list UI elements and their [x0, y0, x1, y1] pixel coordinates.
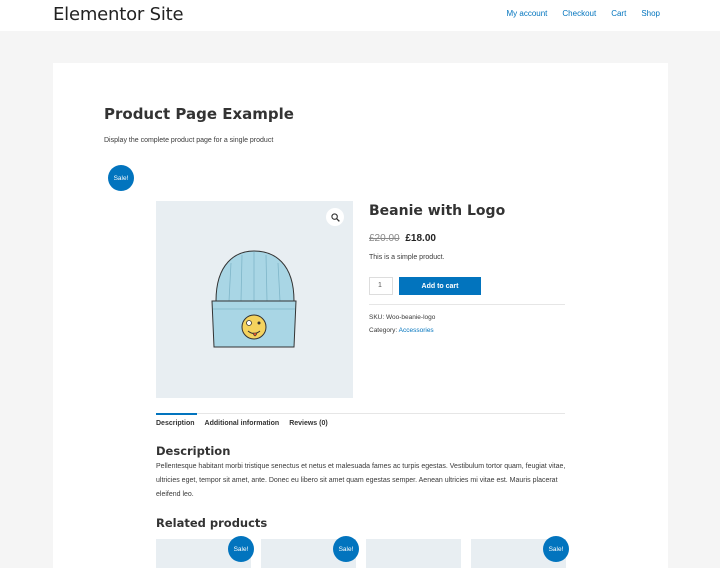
category-label: Category:: [369, 327, 399, 334]
sale-price: £18.00: [405, 233, 436, 244]
description-heading: Description: [156, 444, 231, 458]
sku-line: SKU: Woo-beanie-logo: [369, 314, 435, 321]
zoom-button[interactable]: [326, 208, 344, 226]
sku-label: SKU:: [369, 314, 386, 321]
nav-shop[interactable]: Shop: [641, 9, 660, 18]
sale-badge: Sale!: [333, 536, 359, 562]
page-title: Product Page Example: [104, 105, 294, 123]
tab-reviews[interactable]: Reviews (0): [289, 420, 328, 427]
related-products-heading: Related products: [156, 516, 268, 530]
short-description: This is a simple product.: [369, 254, 445, 261]
product-price: £20.00 £18.00: [369, 233, 436, 244]
main-nav: My account Checkout Cart Shop: [506, 9, 660, 18]
nav-my-account[interactable]: My account: [506, 9, 547, 18]
nav-checkout[interactable]: Checkout: [562, 9, 596, 18]
tabs-divider: [156, 413, 565, 414]
product-tabs: Description Additional information Revie…: [156, 420, 328, 427]
tab-description[interactable]: Description: [156, 420, 195, 427]
nav-cart[interactable]: Cart: [611, 9, 626, 18]
category-line: Category: Accessories: [369, 327, 434, 334]
product-title: Beanie with Logo: [369, 203, 506, 219]
quantity-input[interactable]: 1: [369, 277, 393, 295]
product-image[interactable]: [156, 201, 353, 398]
magnifier-icon: [330, 212, 340, 222]
divider: [369, 304, 565, 305]
beanie-image: [211, 250, 297, 348]
page-description: Display the complete product page for a …: [104, 137, 274, 144]
site-header: Elementor Site My account Checkout Cart …: [0, 0, 720, 31]
sku-value: Woo-beanie-logo: [385, 314, 436, 321]
site-title[interactable]: Elementor Site: [53, 4, 184, 25]
tab-additional-information[interactable]: Additional information: [205, 420, 280, 427]
description-body: Pellentesque habitant morbi tristique se…: [156, 463, 566, 498]
category-link[interactable]: Accessories: [399, 327, 434, 334]
sale-badge: Sale!: [108, 165, 134, 191]
related-product-card[interactable]: [366, 539, 461, 568]
sale-badge: Sale!: [543, 536, 569, 562]
sale-badge: Sale!: [228, 536, 254, 562]
add-to-cart-button[interactable]: Add to cart: [399, 277, 481, 295]
old-price: £20.00: [369, 233, 400, 244]
active-tab-indicator: [156, 413, 197, 415]
